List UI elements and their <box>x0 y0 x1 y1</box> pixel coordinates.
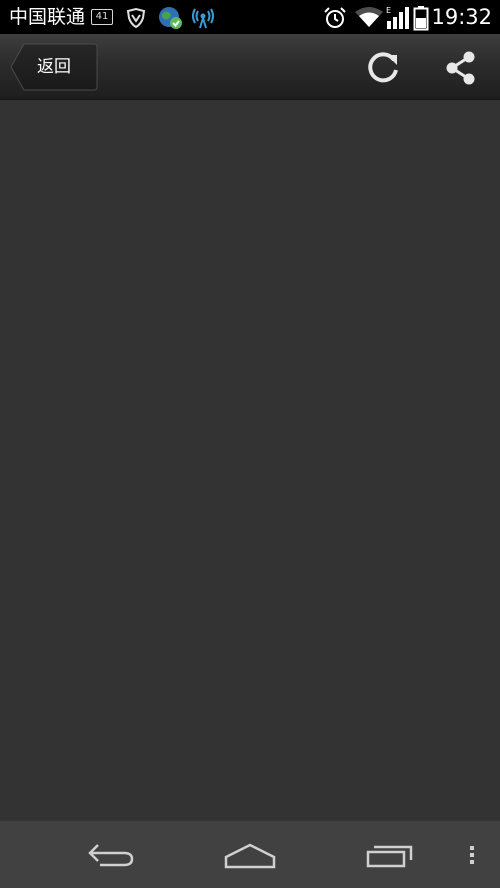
nav-recent-apps-button[interactable] <box>364 835 416 875</box>
recent-apps-icon <box>366 845 413 868</box>
refresh-icon <box>368 52 398 83</box>
web-content-area[interactable] <box>0 100 500 821</box>
nav-home-button[interactable] <box>222 835 278 875</box>
more-options-icon <box>470 846 474 864</box>
clock: 19:32 <box>431 5 492 29</box>
carrier-name: 中国联通 <box>9 6 86 28</box>
wifi-icon <box>355 7 383 27</box>
action-bar: 返回 <box>0 34 500 100</box>
nav-back-button[interactable] <box>86 835 136 875</box>
hotspot-icon <box>192 8 214 29</box>
notification-count-icon: 41 <box>91 9 113 25</box>
share-icon <box>446 51 475 85</box>
status-bar: 中国联通 41 E 19:32 <box>0 0 500 34</box>
svg-text:E: E <box>386 6 391 15</box>
nav-more-options-button[interactable] <box>462 835 482 875</box>
screen: 中国联通 41 E 19:32 返回 <box>0 0 500 888</box>
home-nav-icon <box>224 843 276 869</box>
back-button-label: 返回 <box>37 57 71 77</box>
battery-icon <box>413 6 429 31</box>
signal-icon: E <box>386 6 409 29</box>
globe-app-icon <box>159 7 182 29</box>
refresh-button[interactable] <box>361 46 405 90</box>
shield-icon <box>126 7 146 29</box>
share-button[interactable] <box>439 46 483 90</box>
navigation-bar <box>0 821 500 888</box>
back-nav-icon <box>88 844 134 867</box>
alarm-icon <box>324 7 346 28</box>
back-button[interactable]: 返回 <box>10 43 98 91</box>
